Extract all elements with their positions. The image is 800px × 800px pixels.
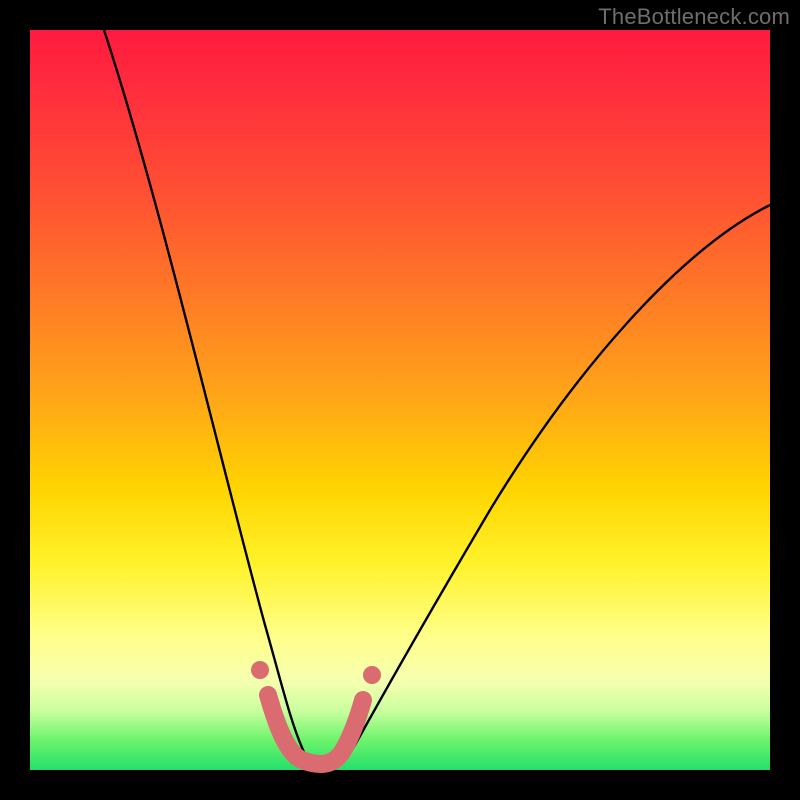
chart-frame: TheBottleneck.com — [0, 0, 800, 800]
watermark-text: TheBottleneck.com — [598, 4, 790, 30]
highlight-region — [268, 695, 363, 764]
bottleneck-curve — [104, 30, 770, 768]
highlight-dot-right — [363, 666, 381, 684]
highlight-dot-left — [251, 661, 269, 679]
plot-area — [30, 30, 770, 770]
curve-layer — [30, 30, 770, 770]
